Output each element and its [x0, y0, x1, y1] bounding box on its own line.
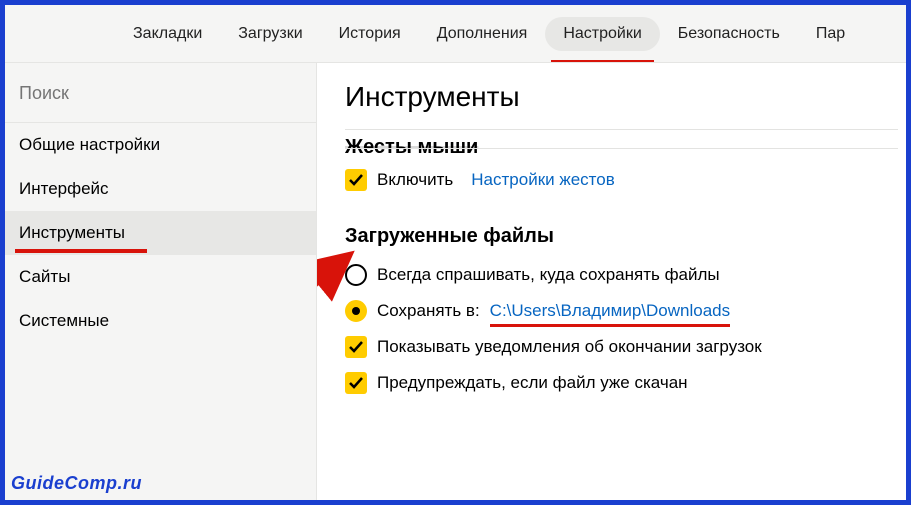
annotation-underline — [15, 249, 147, 253]
radio-save-to[interactable] — [345, 300, 367, 322]
mouse-gestures-enable-row: Включить Настройки жестов — [345, 169, 898, 191]
section-mouse-gestures-heading: Жесты мыши — [345, 136, 898, 159]
tab-downloads[interactable]: Загрузки — [220, 17, 320, 51]
sidebar-item-interface[interactable]: Интерфейс — [5, 167, 316, 211]
download-path-link[interactable]: C:\Users\Владимир\Downloads — [490, 301, 730, 321]
sidebar-item-system[interactable]: Системные — [5, 299, 316, 343]
enable-gestures-label: Включить — [377, 170, 453, 190]
radio-always-ask-label: Всегда спрашивать, куда сохранять файлы — [377, 265, 720, 285]
top-tab-bar: Закладки Загрузки История Дополнения Нас… — [5, 5, 906, 63]
annotation-arrow-icon — [317, 118, 327, 248]
divider — [345, 129, 898, 130]
sidebar-item-tools-label: Инструменты — [19, 223, 125, 242]
check-icon — [348, 172, 364, 188]
tab-settings[interactable]: Настройки — [545, 17, 659, 51]
tab-security[interactable]: Безопасность — [660, 17, 798, 51]
downloads-saveto-row: Сохранять в: C:\Users\Владимир\Downloads — [345, 300, 898, 322]
page-title: Инструменты — [345, 81, 898, 113]
radio-save-to-label: Сохранять в: — [377, 301, 480, 321]
watermark-text: GuideComp.ru — [11, 473, 142, 494]
warn-checkbox[interactable] — [345, 372, 367, 394]
sidebar-search — [5, 63, 316, 123]
radio-always-ask[interactable] — [345, 264, 367, 286]
downloads-ask-row: Всегда спрашивать, куда сохранять файлы — [345, 264, 898, 286]
settings-content: Инструменты Жесты мыши Включить Настройк… — [317, 63, 906, 500]
sidebar-item-general[interactable]: Общие настройки — [5, 123, 316, 167]
gesture-settings-link[interactable]: Настройки жестов — [471, 170, 615, 190]
settings-sidebar: Общие настройки Интерфейс Инструменты Са… — [5, 63, 317, 500]
tab-history[interactable]: История — [321, 17, 419, 51]
sidebar-item-sites[interactable]: Сайты — [5, 255, 316, 299]
check-icon — [348, 375, 364, 391]
section-downloads-heading: Загруженные файлы — [345, 225, 898, 248]
notify-label: Показывать уведомления об окончании загр… — [377, 337, 762, 357]
sidebar-item-tools[interactable]: Инструменты — [5, 211, 316, 255]
tab-passwords-truncated[interactable]: Пар — [798, 17, 863, 51]
tab-bookmarks[interactable]: Закладки — [115, 17, 220, 51]
tab-settings-label: Настройки — [563, 25, 641, 42]
downloads-notify-row: Показывать уведомления об окончании загр… — [345, 336, 898, 358]
annotation-underline — [490, 324, 730, 328]
download-path-text: C:\Users\Владимир\Downloads — [490, 301, 730, 320]
downloads-warn-row: Предупреждать, если файл уже скачан — [345, 372, 898, 394]
warn-label: Предупреждать, если файл уже скачан — [377, 373, 688, 393]
check-icon — [348, 339, 364, 355]
notify-checkbox[interactable] — [345, 336, 367, 358]
search-input[interactable] — [19, 83, 302, 104]
tab-addons[interactable]: Дополнения — [419, 17, 546, 51]
enable-gestures-checkbox[interactable] — [345, 169, 367, 191]
